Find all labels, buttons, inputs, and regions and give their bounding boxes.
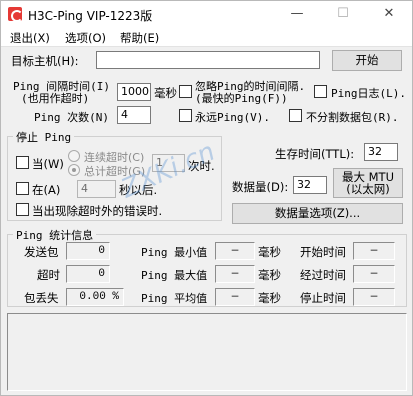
max-mtu-button[interactable]: 最大 MTU (以太网) bbox=[333, 168, 403, 198]
avg-value: — bbox=[215, 288, 255, 306]
min-value: — bbox=[215, 242, 255, 260]
stop-seconds-input[interactable]: 4 bbox=[77, 180, 116, 198]
elapsed-label: 经过时间 bbox=[300, 268, 346, 282]
ttl-input[interactable]: 32 bbox=[364, 143, 398, 161]
count-label: Ping 次数(N) bbox=[34, 111, 109, 124]
interval-sublabel: (也用作超时) bbox=[21, 92, 90, 105]
avg-unit: 毫秒 bbox=[258, 291, 281, 305]
max-label: Ping 最大值 bbox=[141, 269, 208, 282]
count-input[interactable]: 4 bbox=[117, 106, 151, 124]
ttl-label: 生存时间(TTL): bbox=[275, 147, 355, 161]
menu-bar: 退出(X) 选项(O) 帮助(E) bbox=[1, 27, 412, 47]
start-time-value: — bbox=[353, 242, 395, 260]
data-size-input[interactable]: 32 bbox=[293, 176, 327, 194]
stop-on-error-checkbox[interactable] bbox=[16, 203, 29, 216]
start-button[interactable]: 开始 bbox=[332, 50, 402, 71]
loss-label: 包丢失 bbox=[24, 291, 59, 305]
interval-input[interactable]: 1000 bbox=[117, 83, 151, 101]
app-window: H3C-Ping VIP-1223版 — ☐ ✕ 退出(X) 选项(O) 帮助(… bbox=[0, 0, 413, 396]
window-title: H3C-Ping VIP-1223版 bbox=[28, 9, 153, 23]
menu-help[interactable]: 帮助(E) bbox=[120, 30, 159, 46]
max-value: — bbox=[215, 265, 255, 283]
loss-value: 0.00 % bbox=[66, 288, 124, 306]
stats-group-title: Ping 统计信息 bbox=[13, 227, 97, 243]
consecutive-timeout-radio[interactable] bbox=[68, 150, 80, 162]
stop-time-label: 停止时间 bbox=[300, 291, 346, 305]
no-split-checkbox[interactable] bbox=[289, 109, 302, 122]
stop-when-label: 当(W) bbox=[32, 157, 64, 171]
close-icon[interactable]: ✕ bbox=[366, 1, 412, 27]
output-area[interactable] bbox=[7, 313, 407, 391]
total-timeout-radio[interactable] bbox=[68, 164, 80, 176]
minimize-icon[interactable]: — bbox=[274, 1, 320, 27]
min-label: Ping 最小值 bbox=[141, 246, 208, 259]
sent-label: 发送包 bbox=[24, 245, 59, 259]
ignore-interval-checkbox[interactable] bbox=[179, 85, 192, 98]
stop-on-error-label: 当出现除超时外的错误时. bbox=[32, 204, 163, 218]
sent-value: 0 bbox=[66, 242, 110, 260]
interval-unit: 毫秒 bbox=[154, 86, 177, 100]
data-size-label: 数据量(D): bbox=[232, 180, 289, 194]
stop-when-checkbox[interactable] bbox=[16, 156, 29, 169]
ignore-interval-sublabel: (最快的Ping(F)) bbox=[195, 92, 288, 105]
host-input[interactable] bbox=[96, 51, 320, 69]
data-options-button[interactable]: 数据量选项(Z)... bbox=[232, 203, 403, 224]
forever-checkbox[interactable] bbox=[179, 109, 192, 122]
elapsed-value: — bbox=[353, 265, 395, 283]
host-label: 目标主机(H): bbox=[11, 54, 79, 68]
app-logo-icon bbox=[8, 7, 23, 22]
min-unit: 毫秒 bbox=[258, 245, 281, 259]
avg-label: Ping 平均值 bbox=[141, 292, 208, 305]
stop-at-label: 在(A) bbox=[32, 183, 61, 197]
max-unit: 毫秒 bbox=[258, 268, 281, 282]
timeout-label: 超时 bbox=[37, 268, 60, 282]
title-bar: H3C-Ping VIP-1223版 — ☐ ✕ bbox=[1, 1, 412, 27]
ping-log-label: Ping日志(L). bbox=[331, 87, 406, 100]
menu-exit[interactable]: 退出(X) bbox=[10, 30, 50, 46]
no-split-label: 不分割数据包(R). bbox=[306, 111, 399, 124]
stop-group-title: 停止 Ping bbox=[13, 129, 75, 145]
ping-log-checkbox[interactable] bbox=[314, 85, 327, 98]
maximize-icon[interactable]: ☐ bbox=[320, 1, 366, 27]
stop-at-checkbox[interactable] bbox=[16, 182, 29, 195]
start-time-label: 开始时间 bbox=[300, 245, 346, 259]
max-mtu-line2: (以太网) bbox=[346, 182, 390, 196]
stop-time-value: — bbox=[353, 288, 395, 306]
menu-options[interactable]: 选项(O) bbox=[65, 30, 106, 46]
forever-label: 永远Ping(V). bbox=[195, 111, 270, 124]
timeout-value: 0 bbox=[66, 265, 110, 283]
